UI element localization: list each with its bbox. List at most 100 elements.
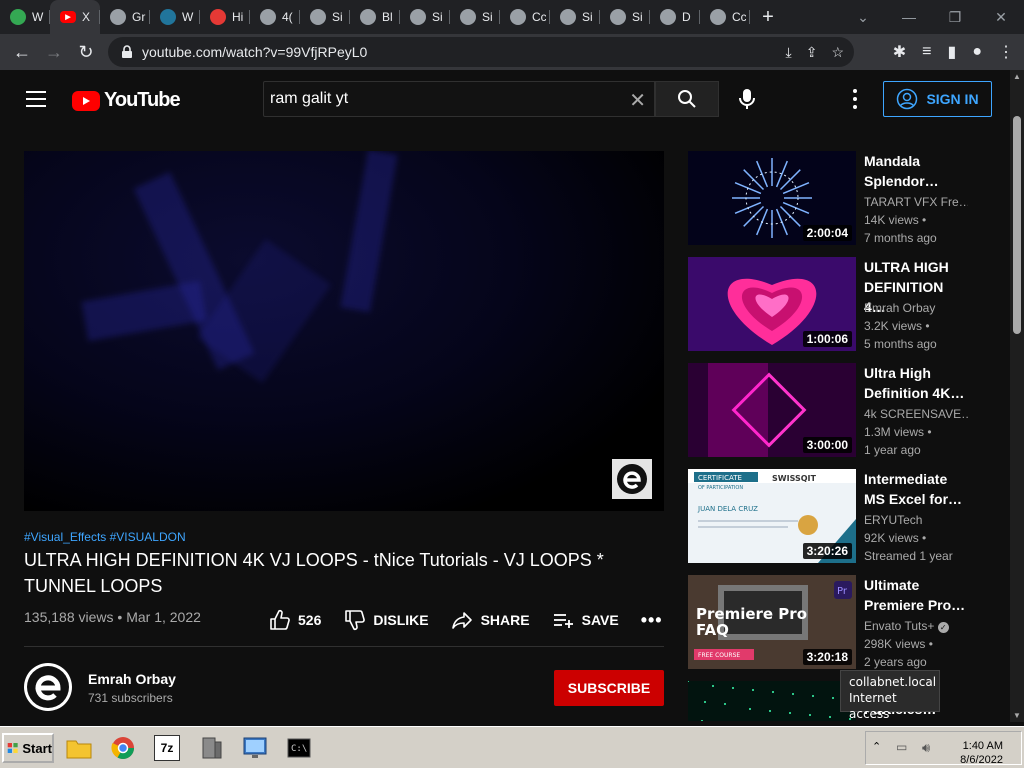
recommended-title[interactable]: Ultimate Premiere Pro… xyxy=(864,575,968,615)
tab-search-chevron-icon[interactable]: ⌄ xyxy=(840,0,886,34)
menu-icon[interactable] xyxy=(26,91,46,107)
globe-icon xyxy=(610,9,626,25)
svg-text:JUAN DELA CRUZ: JUAN DELA CRUZ xyxy=(697,505,758,513)
reload-button[interactable]: ↻ xyxy=(70,36,102,68)
globe-icon xyxy=(460,9,476,25)
youtube-play-icon xyxy=(72,90,100,111)
recommended-title[interactable]: Mandala Splendor… xyxy=(864,151,968,191)
scrollbar-thumb[interactable] xyxy=(1013,116,1021,334)
volume-icon[interactable]: 🔊︎ xyxy=(922,740,930,756)
recommended-title[interactable]: Ultra High Definition 4K… xyxy=(864,363,968,403)
start-label: Start xyxy=(22,740,52,756)
globe-icon xyxy=(410,9,426,25)
back-button[interactable]: ← xyxy=(6,36,38,68)
omnibox-actions: ⤓ ⇪ ☆ xyxy=(786,44,845,61)
recommended-channel[interactable]: Emrah Orbay xyxy=(864,301,968,315)
recommended-video[interactable]: 3:00:00 Ultra High Definition 4K… 4k SCREE… xyxy=(688,363,968,457)
video-thumbnail[interactable]: 3:00:00 xyxy=(688,363,856,457)
address-bar[interactable]: youtube.com/watch?v=99VfjRPeyL0 ⤓ ⇪ ☆ xyxy=(108,37,854,67)
video-thumbnail[interactable]: CERTIFICATE OF PARTICIPATION SWISSQIT JUAN … xyxy=(688,469,856,563)
recommended-video[interactable]: 1:00:06 ULTRA HIGH DEFINITION 4… Emrah Orb… xyxy=(688,257,968,351)
browser-tab[interactable]: W xyxy=(150,0,200,34)
video-hashtags[interactable]: #Visual_Effects #VISUALDON xyxy=(24,530,186,544)
side-panel-icon[interactable]: ▮ xyxy=(948,42,957,62)
forward-button[interactable]: → xyxy=(38,36,70,68)
recommended-view-count: 3.2K views xyxy=(864,319,923,333)
recommended-channel[interactable]: 4k SCREENSAVE… xyxy=(864,407,968,421)
browser-tab[interactable]: Cc xyxy=(700,0,750,34)
page-scrollbar[interactable]: ▲ ▼ xyxy=(1010,70,1024,722)
browser-tab[interactable]: Gr xyxy=(100,0,150,34)
extensions-puzzle-icon[interactable]: ✱ xyxy=(893,42,906,62)
recommended-video[interactable]: Pr Premiere Pro FAQ FREE COURSE 3:20:18 Ultim… xyxy=(688,575,968,669)
subscribe-button[interactable]: SUBSCRIBE xyxy=(554,670,664,706)
browser-tab-title: W xyxy=(32,10,44,24)
media-queue-icon[interactable]: ≡ xyxy=(922,43,931,61)
profile-icon[interactable]: ● xyxy=(972,43,982,61)
command-prompt-icon[interactable]: C:\ xyxy=(286,735,312,761)
recommended-title[interactable]: Intermediate MS Excel for… xyxy=(864,469,968,509)
restore-button[interactable]: ❐ xyxy=(932,0,978,34)
server-manager-icon[interactable] xyxy=(198,735,224,761)
channel-avatar[interactable] xyxy=(24,663,72,711)
recommended-views: 14K views • xyxy=(864,213,926,227)
remote-desktop-icon[interactable] xyxy=(242,735,268,761)
scroll-down-arrow-icon[interactable]: ▼ xyxy=(1013,711,1021,720)
recommended-video[interactable]: 2:00:04 Mandala Splendor… TARART VFX Fre… 1… xyxy=(688,151,968,245)
sign-in-button[interactable]: SIGN IN xyxy=(883,81,992,117)
browser-tab[interactable]: ▶ X xyxy=(50,0,100,34)
save-button[interactable]: SAVE xyxy=(552,609,619,631)
browser-tab[interactable]: D xyxy=(650,0,700,34)
video-thumbnail[interactable]: 1:00:06 xyxy=(688,257,856,351)
file-explorer-icon[interactable] xyxy=(66,735,92,761)
browser-tab[interactable]: Bl xyxy=(350,0,400,34)
browser-tab[interactable]: Si xyxy=(450,0,500,34)
browser-tab[interactable]: Si xyxy=(550,0,600,34)
share-button[interactable]: SHARE xyxy=(451,609,530,631)
channel-name[interactable]: Emrah Orbay xyxy=(88,671,176,687)
recommended-channel[interactable]: TARART VFX Fre… xyxy=(864,195,968,209)
recommended-channel[interactable]: ERYUTech xyxy=(864,513,968,527)
browser-tab-title: Cc xyxy=(532,10,546,24)
show-hidden-icons-icon[interactable]: ⌃ xyxy=(872,740,881,753)
view-count: 135,188 views xyxy=(24,609,114,625)
recommended-video[interactable]: CERTIFICATE OF PARTICIPATION SWISSQIT JUAN … xyxy=(688,469,968,563)
browser-tab[interactable]: Si xyxy=(400,0,450,34)
search-button[interactable] xyxy=(655,81,719,117)
network-icon[interactable]: ▭ xyxy=(896,740,907,754)
browser-tab[interactable]: Cc xyxy=(500,0,550,34)
browser-tab[interactable]: Si xyxy=(300,0,350,34)
video-duration: 3:00:00 xyxy=(802,437,852,453)
video-thumbnail[interactable] xyxy=(688,681,856,721)
section-divider xyxy=(24,646,664,647)
video-thumbnail[interactable]: 2:00:04 xyxy=(688,151,856,245)
7zip-icon[interactable]: 7z xyxy=(154,735,180,761)
browser-tab[interactable]: Hi xyxy=(200,0,250,34)
channel-watermark[interactable] xyxy=(612,459,652,499)
start-button[interactable]: Start xyxy=(2,733,54,763)
search-input[interactable]: ram galit yt ✕ xyxy=(263,81,655,117)
minimize-button[interactable]: — xyxy=(886,0,932,34)
browser-tab[interactable]: W xyxy=(0,0,50,34)
browser-tab[interactable]: Si xyxy=(600,0,650,34)
settings-more-icon[interactable] xyxy=(849,89,861,109)
like-button[interactable]: 526 xyxy=(268,609,321,631)
close-window-button[interactable]: ✕ xyxy=(978,0,1024,34)
install-icon[interactable]: ⤓ xyxy=(786,44,792,61)
chrome-taskbar-icon[interactable] xyxy=(110,735,136,761)
clear-search-icon[interactable]: ✕ xyxy=(629,88,646,113)
share-icon[interactable]: ⇪ xyxy=(806,44,818,61)
video-thumbnail[interactable]: Pr Premiere Pro FAQ FREE COURSE 3:20:18 xyxy=(688,575,856,669)
bookmark-star-icon[interactable]: ☆ xyxy=(831,44,844,61)
browser-tab[interactable]: 4( xyxy=(250,0,300,34)
scroll-up-arrow-icon[interactable]: ▲ xyxy=(1013,72,1021,81)
more-actions-icon[interactable]: ••• xyxy=(641,610,663,631)
chrome-menu-icon[interactable]: ⋮ xyxy=(998,42,1014,62)
youtube-logo[interactable]: YouTube xyxy=(72,89,181,112)
new-tab-button[interactable]: + xyxy=(750,0,786,34)
video-player[interactable] xyxy=(24,151,664,511)
voice-search-button[interactable] xyxy=(736,87,758,111)
dislike-button[interactable]: DISLIKE xyxy=(343,609,429,631)
taskbar-clock[interactable]: 1:40 AM 8/6/2022 xyxy=(960,739,1003,767)
recommended-channel[interactable]: Envato Tuts+ ✓ xyxy=(864,619,968,633)
